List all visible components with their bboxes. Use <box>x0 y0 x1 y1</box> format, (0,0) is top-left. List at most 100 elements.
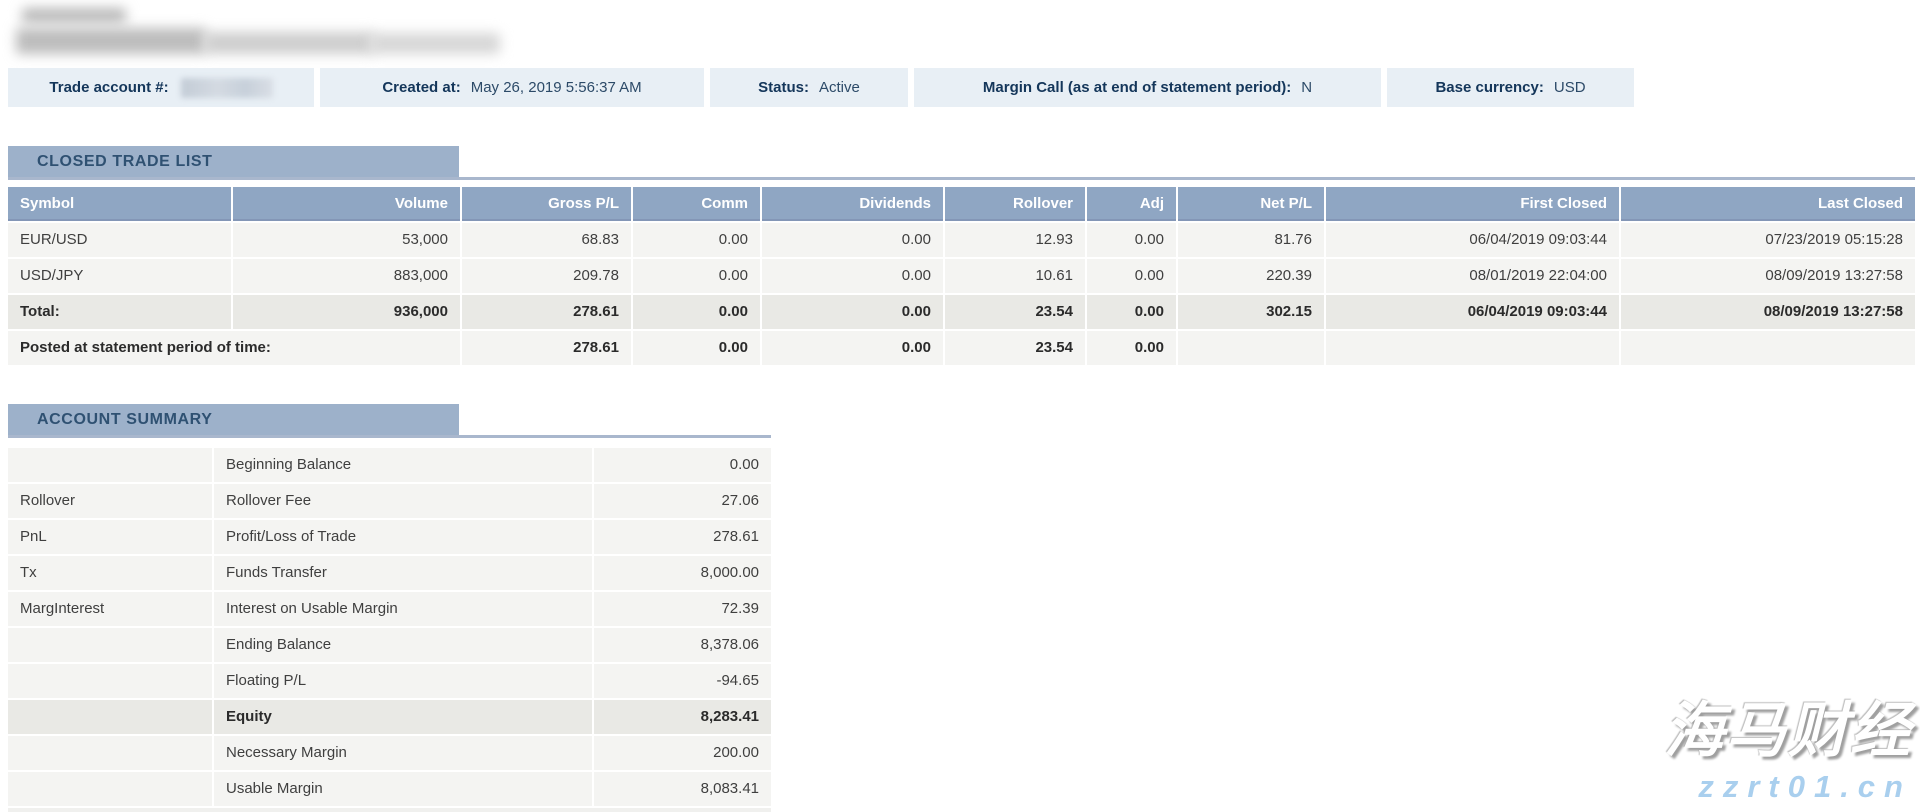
summary-key-cell: Tx <box>8 556 212 590</box>
cell: 12.93 <box>945 223 1085 257</box>
summary-label-cell: Floating P/L <box>214 664 592 698</box>
section-rule <box>8 435 771 438</box>
statement-title-redacted <box>14 6 514 60</box>
cell: USD/JPY <box>8 259 231 293</box>
cell: 0.00 <box>762 223 943 257</box>
header-cell: Last Closed <box>1621 187 1915 221</box>
cell: 68.83 <box>462 223 631 257</box>
total-cell: Total: <box>8 295 231 329</box>
info-field-value: N <box>1301 79 1312 96</box>
total-cell: 08/09/2019 13:27:58 <box>1621 295 1915 329</box>
summary-label-cell: Usable Margin <box>214 772 592 806</box>
cell: 81.76 <box>1178 223 1324 257</box>
info-field-value: May 26, 2019 5:56:37 AM <box>471 79 642 96</box>
info-bar: Trade account #: Created at: May 26, 2019 … <box>8 68 1634 107</box>
summary-row: RolloverRollover Fee27.06 <box>8 484 771 518</box>
total-cell: 0.00 <box>762 295 943 329</box>
summary-label-cell: Rollover Fee <box>214 484 592 518</box>
closed-trade-list-title: CLOSED TRADE LIST <box>8 146 459 177</box>
posted-cell: 0.00 <box>1087 331 1176 365</box>
info-field-label: Base currency: <box>1435 79 1543 96</box>
info-field: Margin Call (as at end of statement peri… <box>914 68 1381 107</box>
section-rule <box>8 177 1915 180</box>
summary-value-cell: 8,000.00 <box>594 556 771 590</box>
cell: 883,000 <box>233 259 460 293</box>
cell: 10.61 <box>945 259 1085 293</box>
redacted-blob <box>22 8 126 23</box>
summary-row: Ending Balance8,378.06 <box>8 628 771 662</box>
cell: 0.00 <box>1087 223 1176 257</box>
summary-label-cell: Interest on Usable Margin <box>214 592 592 626</box>
summary-label-cell: Equity <box>214 700 592 734</box>
summary-key-cell: Rollover <box>8 484 212 518</box>
summary-row: Necessary Margin200.00 <box>8 736 771 770</box>
closed-trade-list-table: SymbolVolumeGross P/LCommDividendsRollov… <box>8 187 1915 365</box>
summary-row: PnLProfit/Loss of Trade278.61 <box>8 520 771 554</box>
info-field: Status: Active <box>710 68 908 107</box>
total-cell: 0.00 <box>1087 295 1176 329</box>
cell: 0.00 <box>633 259 760 293</box>
summary-value-cell: 0.00 <box>594 448 771 482</box>
account-summary-title: ACCOUNT SUMMARY <box>8 404 459 435</box>
summary-value-cell: 72.39 <box>594 592 771 626</box>
summary-row: MargInterestInterest on Usable Margin72.… <box>8 592 771 626</box>
summary-value-cell: 8,283.41 <box>594 700 771 734</box>
summary-row: Beginning Balance0.00 <box>8 448 771 482</box>
redacted-blob <box>204 32 374 54</box>
info-field: Base currency:USD <box>1387 68 1634 107</box>
posted-cell: 278.61 <box>462 331 631 365</box>
info-field-value: Active <box>819 79 860 96</box>
posted-cell <box>1326 331 1619 365</box>
header-cell: Rollover <box>945 187 1085 221</box>
summary-row: TxFunds Transfer8,000.00 <box>8 556 771 590</box>
cell: 209.78 <box>462 259 631 293</box>
summary-row: Usable Margin8,083.41 <box>8 772 771 806</box>
summary-key-cell <box>8 700 212 734</box>
total-cell: 936,000 <box>233 295 460 329</box>
summary-value-cell: 8,378.06 <box>594 628 771 662</box>
posted-row: Posted at statement period of time:278.6… <box>8 331 1915 365</box>
posted-cell <box>1178 331 1324 365</box>
summary-key-cell <box>8 736 212 770</box>
posted-cell <box>1621 331 1915 365</box>
header-cell: Volume <box>233 187 460 221</box>
watermark-url-text: zzrt01.cn <box>1664 768 1912 806</box>
summary-key-cell <box>8 772 212 806</box>
cell: 07/23/2019 05:15:28 <box>1621 223 1915 257</box>
table-row: USD/JPY883,000209.780.000.0010.610.00220… <box>8 259 1915 293</box>
info-field-label: Created at: <box>382 79 460 96</box>
cell: EUR/USD <box>8 223 231 257</box>
watermark: 海马财经 zzrt01.cn <box>1664 696 1912 806</box>
header-cell: Comm <box>633 187 760 221</box>
cell: 06/04/2019 09:03:44 <box>1326 223 1619 257</box>
cell: 0.00 <box>762 259 943 293</box>
watermark-brand-text: 海马财经 <box>1664 696 1912 766</box>
account-summary-section: ACCOUNT SUMMARY Beginning Balance0.00Rol… <box>8 404 771 812</box>
total-cell: 302.15 <box>1178 295 1324 329</box>
summary-label-cell: Funds Transfer <box>214 556 592 590</box>
summary-key-cell <box>8 448 212 482</box>
header-cell: Adj <box>1087 187 1176 221</box>
summary-row: Floating P/L-94.65 <box>8 664 771 698</box>
table-row: EUR/USD53,00068.830.000.0012.930.0081.76… <box>8 223 1915 257</box>
header-cell: Net P/L <box>1178 187 1324 221</box>
summary-row: Equity8,283.41 <box>8 700 771 734</box>
cell: 0.00 <box>633 223 760 257</box>
table-header-row: SymbolVolumeGross P/LCommDividendsRollov… <box>8 187 1915 221</box>
account-summary-table: Beginning Balance0.00RolloverRollover Fe… <box>8 448 771 812</box>
info-field-label: Status: <box>758 79 809 96</box>
cell: 08/09/2019 13:27:58 <box>1621 259 1915 293</box>
closed-trade-list-section: CLOSED TRADE LIST SymbolVolumeGross P/LC… <box>8 146 1915 367</box>
cell: 220.39 <box>1178 259 1324 293</box>
info-field: Trade account #: <box>8 68 314 107</box>
summary-label-cell: Necessary Margin <box>214 736 592 770</box>
posted-cell: 0.00 <box>633 331 760 365</box>
summary-key-cell: PnL <box>8 520 212 554</box>
summary-label-cell: Beginning Balance <box>214 448 592 482</box>
cell: 08/01/2019 22:04:00 <box>1326 259 1619 293</box>
total-cell: 278.61 <box>462 295 631 329</box>
info-field: Created at: May 26, 2019 5:56:37 AM <box>320 68 704 107</box>
cell: 0.00 <box>1087 259 1176 293</box>
summary-label-cell: Profit/Loss of Trade <box>214 520 592 554</box>
summary-value-cell: 278.61 <box>594 520 771 554</box>
